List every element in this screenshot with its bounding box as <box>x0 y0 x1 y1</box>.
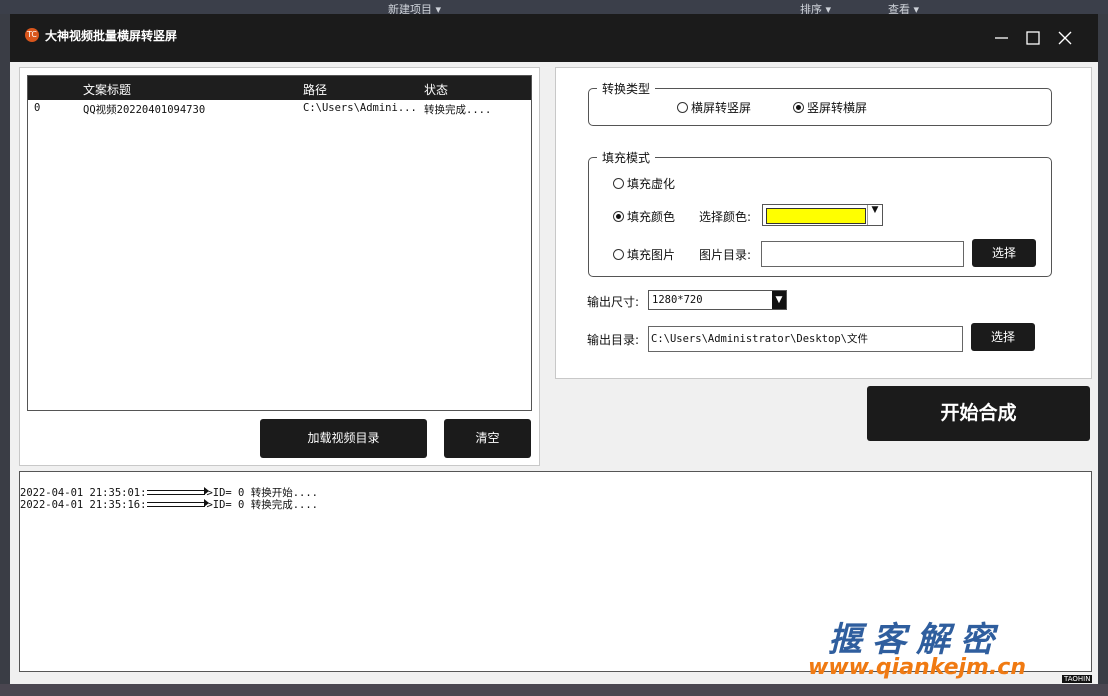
column-header-title[interactable]: 文案标题 <box>83 81 131 98</box>
radio-label: 填充虚化 <box>627 177 676 191</box>
column-header-status[interactable]: 状态 <box>424 81 448 98</box>
settings-panel: 转换类型 横屏转竖屏 竖屏转横屏 填充模式 填充虚化 填充颜色 选择颜色: ▼ … <box>555 67 1092 379</box>
row-status: 转换完成.... <box>424 104 492 116</box>
radio-landscape-to-portrait[interactable]: 横屏转竖屏 <box>677 99 751 116</box>
start-compose-button[interactable]: 开始合成 <box>867 386 1090 441</box>
chevron-down-icon[interactable]: ▼ <box>867 205 882 225</box>
fill-mode-legend: 填充模式 <box>597 149 656 166</box>
arrow-right-icon <box>147 498 210 507</box>
log-time: 2022-04-01 21:35:16: <box>20 499 147 511</box>
radio-selected-icon <box>793 102 804 113</box>
radio-label: 填充颜色 <box>627 210 676 224</box>
chevron-down-icon[interactable]: ▼ <box>772 291 786 309</box>
radio-icon <box>613 249 624 260</box>
window-title: 大神视频批量横屏转竖屏 <box>45 29 178 43</box>
background-left <box>0 14 10 696</box>
output-size-value: 1280*720 <box>652 294 703 306</box>
fill-mode-group: 填充模式 填充虚化 填充颜色 选择颜色: ▼ 填充图片 图片目录: 选择 <box>588 149 1052 277</box>
row-index: 0 <box>34 102 41 114</box>
color-swatch <box>766 208 866 224</box>
arrow-right-icon <box>147 486 210 495</box>
file-table[interactable]: 文案标题 路径 状态 0 QQ视频20220401094730 C:\Users… <box>27 75 532 411</box>
close-icon <box>1058 31 1072 45</box>
radio-fill-image[interactable]: 填充图片 <box>613 246 675 263</box>
color-label: 选择颜色: <box>699 210 752 224</box>
conversion-type-legend: 转换类型 <box>597 80 656 97</box>
color-picker[interactable]: ▼ <box>762 204 883 226</box>
load-video-dir-button[interactable]: 加载视频目录 <box>260 419 427 458</box>
row-title: QQ视频20220401094730 <box>83 104 206 116</box>
radio-label: 横屏转竖屏 <box>691 101 752 115</box>
output-dir-label: 输出目录: <box>587 333 640 347</box>
image-dir-label: 图片目录: <box>699 248 752 262</box>
minimize-button[interactable] <box>985 24 1019 52</box>
watermark-title: 揠客解密 <box>828 620 1004 660</box>
row-path: C:\Users\Admini... <box>303 102 417 114</box>
output-size-select[interactable]: 1280*720 ▼ <box>648 290 787 310</box>
background-taskbar: 新建项目 ▾ 排序 ▾ 查看 ▾ <box>0 0 1108 16</box>
conversion-type-group: 转换类型 横屏转竖屏 竖屏转横屏 <box>588 80 1052 126</box>
minimize-icon <box>995 37 1008 39</box>
clear-button[interactable]: 清空 <box>444 419 531 458</box>
radio-selected-icon <box>613 211 624 222</box>
app-window: TC 大神视频批量横屏转竖屏 文案标题 路径 状态 0 QQ视频20220401… <box>10 14 1098 684</box>
output-dir-input[interactable]: C:\Users\Administrator\Desktop\文件 <box>648 326 963 352</box>
radio-fill-blur[interactable]: 填充虚化 <box>613 175 675 192</box>
select-image-dir-button[interactable]: 选择 <box>972 239 1036 267</box>
table-row[interactable]: 0 QQ视频20220401094730 C:\Users\Admini... … <box>28 100 531 116</box>
watermark-url: www.qiankejm.cn <box>808 655 1027 680</box>
radio-label: 竖屏转横屏 <box>807 101 868 115</box>
watermark-tag: TAOHIN <box>1062 675 1093 683</box>
log-message: ID= 0 转换完成.... <box>212 499 318 511</box>
output-size-label: 输出尺寸: <box>587 295 640 309</box>
column-header-path[interactable]: 路径 <box>303 81 327 98</box>
radio-icon <box>613 178 624 189</box>
radio-fill-color[interactable]: 填充颜色 <box>613 208 675 225</box>
maximize-icon <box>1026 31 1040 45</box>
image-dir-input[interactable] <box>761 241 964 267</box>
close-button[interactable] <box>1048 24 1082 52</box>
app-logo-icon: TC <box>25 28 39 42</box>
radio-portrait-to-landscape[interactable]: 竖屏转横屏 <box>793 99 867 116</box>
radio-label: 填充图片 <box>627 248 676 262</box>
title-bar[interactable]: TC 大神视频批量横屏转竖屏 <box>10 14 1098 62</box>
table-header: 文案标题 路径 状态 <box>28 76 531 100</box>
background-bottom <box>0 684 1108 696</box>
file-panel: 文案标题 路径 状态 0 QQ视频20220401094730 C:\Users… <box>19 67 540 466</box>
maximize-button[interactable] <box>1016 24 1050 52</box>
log-line: 2022-04-01 21:35:16: >ID= 0 转换完成.... <box>20 498 318 511</box>
select-output-dir-button[interactable]: 选择 <box>971 323 1035 351</box>
radio-icon <box>677 102 688 113</box>
